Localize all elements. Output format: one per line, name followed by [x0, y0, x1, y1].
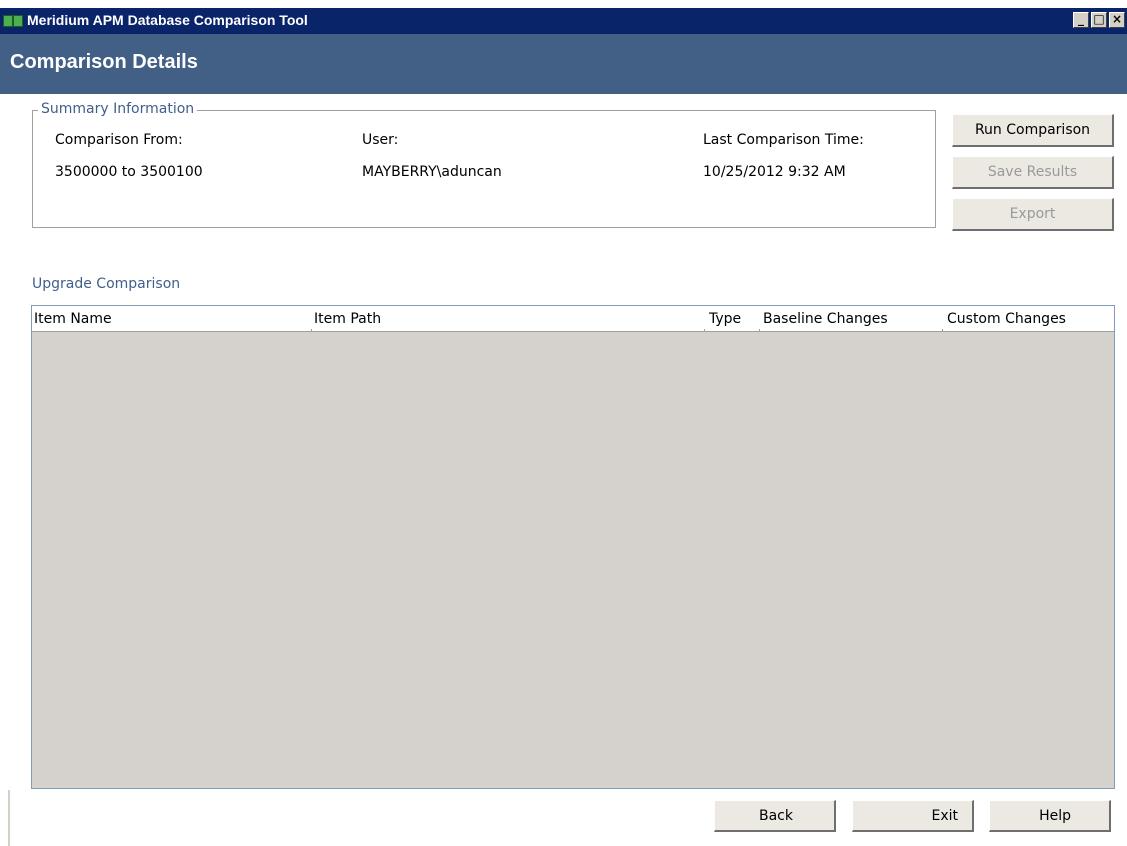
- save-results-button[interactable]: Save Results: [952, 156, 1114, 189]
- user-value: MAYBERRY\aduncan: [362, 164, 502, 180]
- maximize-button[interactable]: □: [1091, 12, 1107, 28]
- comparison-from-value: 3500000 to 3500100: [55, 164, 203, 180]
- back-button[interactable]: Back: [714, 800, 836, 832]
- column-divider: [311, 329, 312, 331]
- app-icon: [3, 15, 23, 27]
- comparison-grid[interactable]: Item Name Item Path Type Baseline Change…: [31, 305, 1115, 789]
- column-custom-changes[interactable]: Custom Changes: [947, 311, 1066, 327]
- exit-button[interactable]: Exit: [852, 800, 974, 832]
- user-label: User:: [362, 132, 399, 148]
- page-header: Comparison Details: [0, 34, 1127, 94]
- run-comparison-button[interactable]: Run Comparison: [952, 114, 1114, 147]
- column-divider: [942, 329, 943, 331]
- column-divider: [704, 329, 705, 331]
- comparison-from-label: Comparison From:: [55, 132, 183, 148]
- last-comparison-time-label: Last Comparison Time:: [703, 132, 864, 148]
- export-button[interactable]: Export: [952, 198, 1114, 231]
- last-comparison-time-value: 10/25/2012 9:32 AM: [703, 164, 846, 180]
- help-button[interactable]: Help: [989, 800, 1111, 832]
- column-item-name[interactable]: Item Name: [34, 311, 112, 327]
- app-window: Meridium APM Database Comparison Tool _ …: [0, 0, 1127, 846]
- window-edge: [8, 790, 10, 846]
- window-title: Meridium APM Database Comparison Tool: [27, 12, 308, 28]
- grid-header: Item Name Item Path Type Baseline Change…: [32, 306, 1114, 332]
- column-item-path[interactable]: Item Path: [314, 311, 381, 327]
- upgrade-comparison-title: Upgrade Comparison: [32, 276, 181, 292]
- close-button[interactable]: ×: [1109, 12, 1125, 28]
- column-baseline-changes[interactable]: Baseline Changes: [763, 311, 888, 327]
- column-type[interactable]: Type: [709, 311, 741, 327]
- title-bar[interactable]: Meridium APM Database Comparison Tool _ …: [0, 8, 1127, 34]
- page-title: Comparison Details: [10, 51, 198, 73]
- minimize-button[interactable]: _: [1073, 12, 1089, 28]
- column-divider: [759, 329, 760, 331]
- summary-legend: Summary Information: [38, 101, 198, 117]
